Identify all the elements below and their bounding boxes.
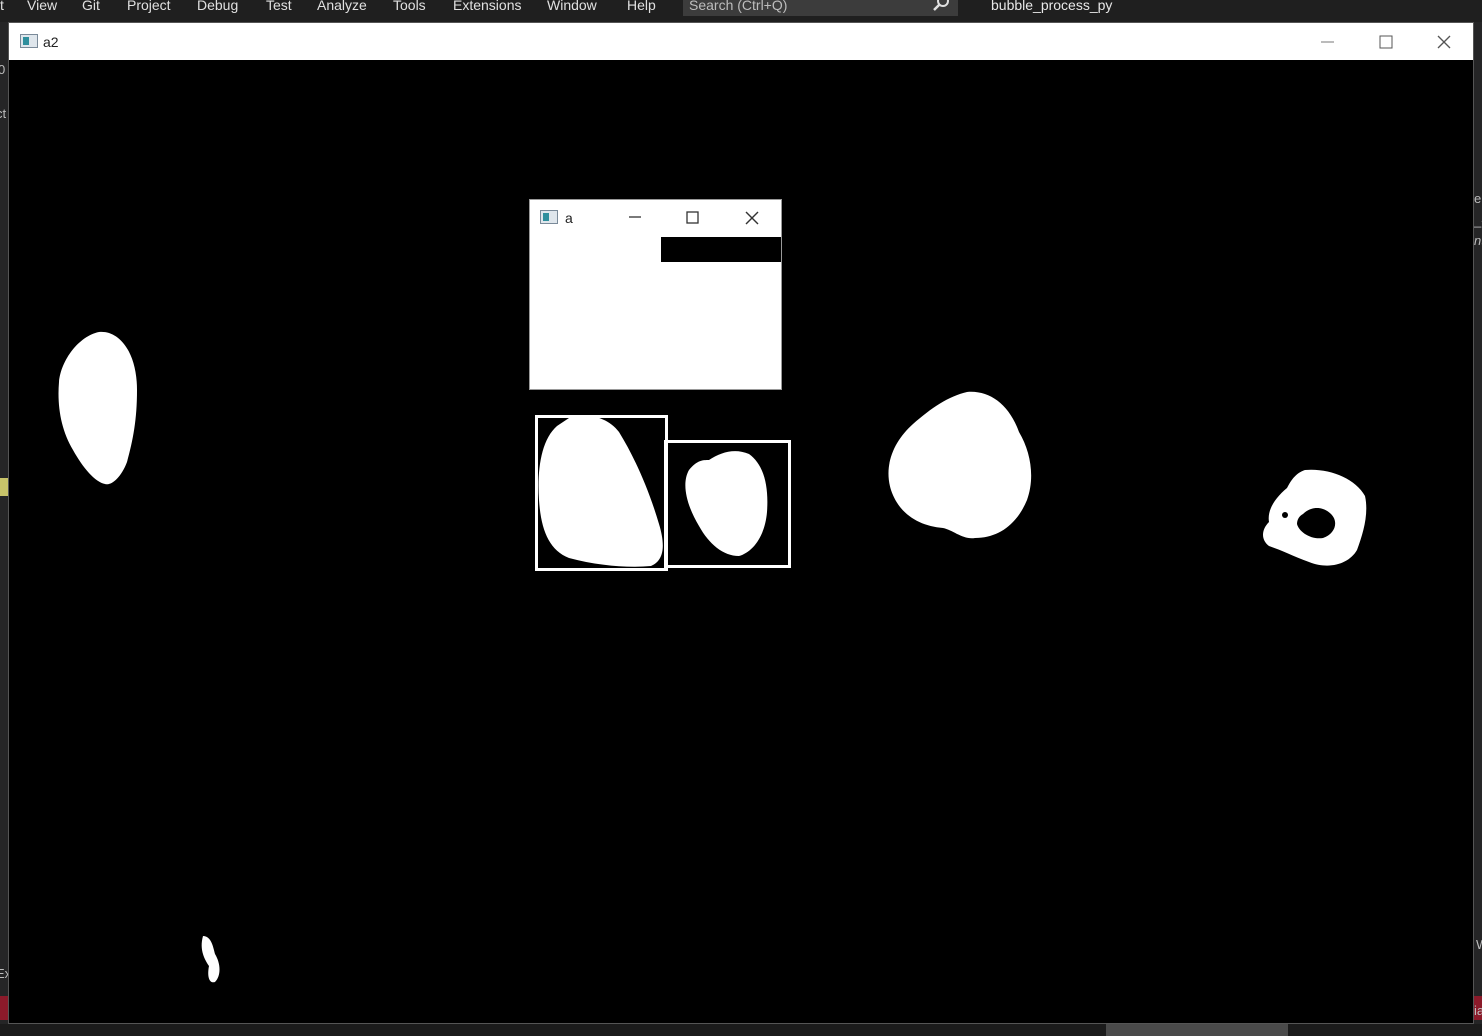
menu-item-extensions[interactable]: Extensions bbox=[453, 0, 521, 14]
opencv-window-a[interactable]: a bbox=[529, 199, 782, 390]
menu-item-help[interactable]: Help bbox=[627, 0, 656, 14]
right-fragment-text: e bbox=[1474, 191, 1482, 206]
menu-item-window[interactable]: Window bbox=[547, 0, 597, 14]
search-placeholder: Search (Ctrl+Q) bbox=[689, 0, 788, 13]
ide-menubar: t View Git Project Debug Test Analyze To… bbox=[0, 0, 1482, 22]
left-fragment-text: ct bbox=[0, 106, 7, 121]
left-fragment-text: 0 bbox=[0, 62, 6, 77]
horizontal-scrollbar-thumb[interactable] bbox=[1106, 1024, 1288, 1036]
ide-breakpoint-marker bbox=[0, 478, 8, 496]
right-fragment-text: nt bbox=[1474, 233, 1482, 248]
right-fragment-text: _- bbox=[1474, 213, 1482, 228]
menu-item-file[interactable]: t bbox=[0, 0, 4, 14]
close-button[interactable] bbox=[1415, 23, 1473, 60]
window-titlebar[interactable]: a2 bbox=[9, 23, 1473, 60]
solution-title: bubble_process_py bbox=[991, 0, 1113, 13]
right-fragment-text: ia bbox=[1474, 1003, 1482, 1018]
ide-right-panel-edge bbox=[1474, 22, 1482, 1024]
menu-item-project[interactable]: Project bbox=[127, 0, 171, 14]
close-icon bbox=[745, 211, 759, 225]
menu-item-debug[interactable]: Debug bbox=[197, 0, 238, 14]
menu-item-git[interactable]: Git bbox=[82, 0, 100, 14]
menu-item-test[interactable]: Test bbox=[266, 0, 292, 14]
maximize-button[interactable] bbox=[664, 200, 722, 237]
maximize-icon bbox=[1379, 35, 1393, 49]
image-canvas bbox=[530, 237, 781, 389]
maximize-icon bbox=[686, 211, 699, 224]
window-title: a bbox=[565, 210, 573, 226]
close-button[interactable] bbox=[722, 200, 780, 237]
window-titlebar[interactable]: a bbox=[530, 200, 781, 237]
search-input[interactable]: Search (Ctrl+Q) bbox=[683, 0, 958, 16]
app-icon bbox=[20, 34, 38, 48]
opencv-window-a2[interactable]: a2 bbox=[8, 22, 1474, 1024]
app-icon bbox=[540, 210, 558, 224]
minimize-button[interactable] bbox=[1299, 23, 1357, 60]
menu-item-view[interactable]: View bbox=[27, 0, 57, 14]
right-fragment-text: W bbox=[1476, 938, 1482, 952]
ide-left-panel-edge bbox=[0, 22, 8, 1024]
ide-status-marker-left bbox=[0, 996, 8, 1020]
ide-taskbar bbox=[0, 1024, 1482, 1036]
menu-item-analyze[interactable]: Analyze bbox=[317, 0, 367, 14]
minimize-button[interactable] bbox=[606, 200, 664, 237]
menu-item-tools[interactable]: Tools bbox=[393, 0, 426, 14]
mask-region bbox=[661, 237, 781, 262]
window-title: a2 bbox=[43, 34, 59, 50]
close-icon bbox=[1437, 35, 1451, 49]
maximize-button[interactable] bbox=[1357, 23, 1415, 60]
search-icon bbox=[933, 0, 949, 11]
